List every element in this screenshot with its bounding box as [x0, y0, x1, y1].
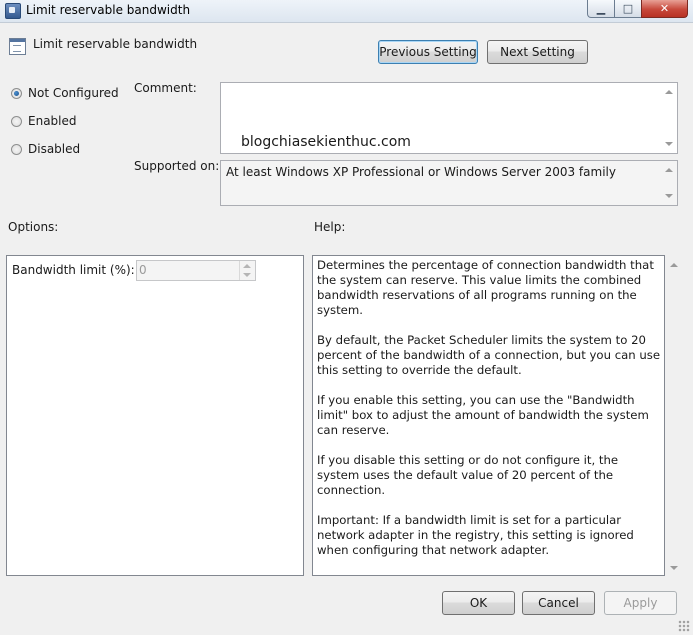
- scroll-down-arrow-icon[interactable]: [670, 566, 678, 570]
- spin-down-icon[interactable]: [243, 273, 251, 277]
- help-paragraph: By default, the Packet Scheduler limits …: [317, 333, 661, 377]
- resize-grip[interactable]: [678, 620, 690, 632]
- radio-not-configured-label: Not Configured: [28, 86, 119, 100]
- supported-on-text: At least Windows XP Professional or Wind…: [226, 165, 616, 179]
- radio-enabled[interactable]: Enabled: [11, 114, 77, 128]
- scroll-up-arrow-icon[interactable]: [665, 90, 673, 94]
- spin-up-icon[interactable]: [243, 264, 251, 268]
- scroll-up-arrow-icon[interactable]: [670, 263, 678, 267]
- help-paragraph: If you enable this setting, you can use …: [317, 393, 649, 437]
- window-title: Limit reservable bandwidth: [26, 3, 191, 17]
- scroll-down-arrow-icon[interactable]: [665, 142, 673, 146]
- radio-disabled[interactable]: Disabled: [11, 142, 80, 156]
- bandwidth-limit-value[interactable]: 0: [139, 263, 147, 277]
- close-button[interactable]: ✕: [641, 0, 688, 18]
- help-paragraph: If you disable this setting or do not co…: [317, 453, 619, 497]
- bandwidth-limit-label: Bandwidth limit (%):: [12, 263, 135, 277]
- title-bar[interactable]: Limit reservable bandwidth ▁ □ ✕: [0, 0, 693, 23]
- next-setting-button[interactable]: Next Setting: [487, 40, 588, 64]
- previous-setting-button[interactable]: Previous Setting: [378, 40, 478, 64]
- radio-not-configured[interactable]: Not Configured: [11, 86, 119, 100]
- radio-enabled-indicator[interactable]: [11, 115, 22, 127]
- radio-enabled-label: Enabled: [28, 114, 77, 128]
- supported-on-label: Supported on:: [134, 159, 220, 173]
- scroll-up-arrow-icon[interactable]: [665, 168, 673, 172]
- radio-not-configured-indicator[interactable]: [11, 87, 22, 99]
- policy-title: Limit reservable bandwidth: [33, 37, 198, 51]
- ok-button[interactable]: OK: [442, 591, 515, 615]
- comment-text: blogchiasekienthuc.com: [241, 134, 411, 150]
- scroll-down-arrow-icon[interactable]: [665, 194, 673, 198]
- help-label: Help:: [314, 220, 346, 234]
- comment-textarea[interactable]: blogchiasekienthuc.com: [220, 82, 678, 154]
- supported-scrollbar[interactable]: [661, 161, 677, 205]
- help-paragraph: Important: If a bandwidth limit is set f…: [317, 513, 634, 557]
- help-scrollbar[interactable]: [666, 255, 682, 576]
- cancel-button[interactable]: Cancel: [522, 591, 595, 615]
- bandwidth-limit-spinbox[interactable]: 0: [136, 260, 256, 281]
- help-paragraph: Determines the percentage of connection …: [317, 258, 654, 317]
- radio-disabled-label: Disabled: [28, 142, 81, 156]
- help-text: Determines the percentage of connection …: [317, 258, 661, 573]
- radio-disabled-indicator[interactable]: [11, 143, 22, 155]
- supported-on-field: At least Windows XP Professional or Wind…: [220, 160, 678, 206]
- app-icon: [5, 3, 21, 19]
- options-label: Options:: [8, 220, 59, 234]
- comment-scrollbar[interactable]: [661, 83, 677, 153]
- options-panel: [6, 255, 304, 576]
- spin-buttons[interactable]: [239, 261, 255, 280]
- minimize-button[interactable]: ▁: [587, 0, 615, 18]
- maximize-button[interactable]: □: [614, 0, 642, 18]
- comment-label: Comment:: [134, 81, 197, 95]
- policy-setting-icon: [9, 38, 26, 55]
- apply-button[interactable]: Apply: [604, 591, 677, 615]
